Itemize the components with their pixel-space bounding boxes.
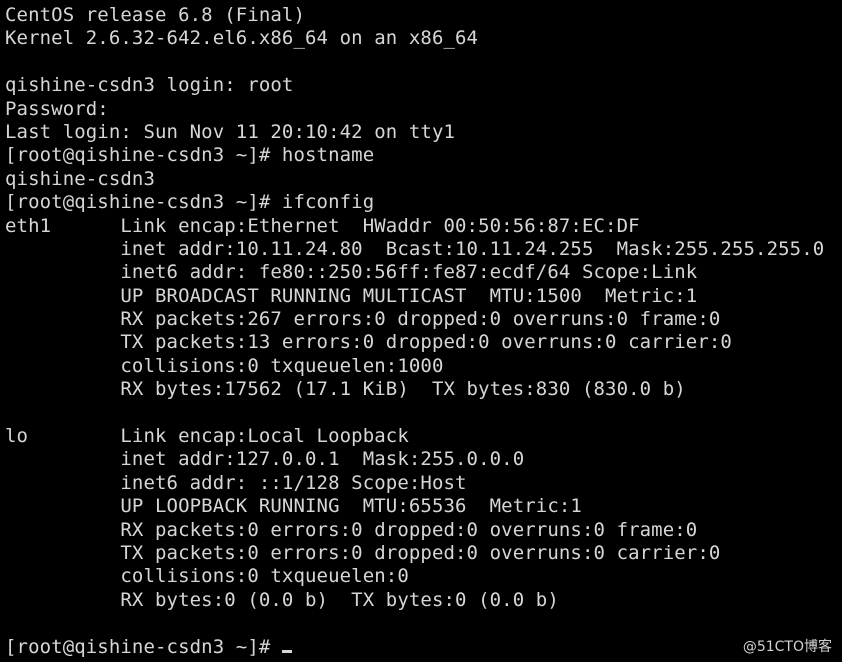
terminal-line: Kernel 2.6.32-642.el6.x86_64 on an x86_6… xyxy=(5,27,479,50)
terminal-line: RX bytes:17562 (17.1 KiB) TX bytes:830 (… xyxy=(5,378,686,401)
terminal-line: inet6 addr: fe80::250:56ff:fe87:ecdf/64 … xyxy=(5,261,698,284)
watermark: @51CTO博客 xyxy=(742,639,832,655)
terminal-line: CentOS release 6.8 (Final) xyxy=(5,4,306,26)
terminal-line: RX packets:267 errors:0 dropped:0 overru… xyxy=(5,308,721,331)
terminal-line: UP BROADCAST RUNNING MULTICAST MTU:1500 … xyxy=(5,284,698,307)
terminal-line: [root@qishine-csdn3 ~]# hostname xyxy=(5,144,375,167)
terminal-line: qishine-csdn3 xyxy=(5,167,156,190)
terminal-line: collisions:0 txqueuelen:1000 xyxy=(5,354,444,377)
terminal-line: TX packets:0 errors:0 dropped:0 overruns… xyxy=(5,541,721,564)
terminal-line: Password: xyxy=(5,97,109,120)
terminal-line: UP LOOPBACK RUNNING MTU:65536 Metric:1 xyxy=(5,495,582,518)
terminal-line: inet addr:10.11.24.80 Bcast:10.11.24.255… xyxy=(5,237,825,260)
terminal-line: [root@qishine-csdn3 ~]# ifconfig xyxy=(5,191,375,214)
terminal-line: Last login: Sun Nov 11 20:10:42 on tty1 xyxy=(5,120,456,143)
terminal-line: TX packets:13 errors:0 dropped:0 overrun… xyxy=(5,331,732,354)
cursor-icon xyxy=(281,649,292,653)
terminal-line: lo Link encap:Local Loopback xyxy=(5,425,409,448)
terminal-line: inet addr:127.0.0.1 Mask:255.0.0.0 xyxy=(5,448,525,471)
terminal-line: qishine-csdn3 login: root xyxy=(5,74,294,97)
terminal-line: eth1 Link encap:Ethernet HWaddr 00:50:56… xyxy=(5,214,640,237)
shell-prompt-line[interactable]: [root@qishine-csdn3 ~]# xyxy=(5,636,824,659)
terminal-line: RX packets:0 errors:0 dropped:0 overruns… xyxy=(5,518,698,541)
terminal-line: inet6 addr: ::1/128 Scope:Host xyxy=(5,471,467,494)
terminal-output[interactable]: CentOS release 6.8 (Final) Kernel 2.6.32-… xyxy=(5,4,824,659)
terminal-console[interactable]: CentOS release 6.8 (Final) Kernel 2.6.32-… xyxy=(0,0,842,662)
terminal-line: collisions:0 txqueuelen:0 xyxy=(5,565,409,588)
terminal-line: RX bytes:0 (0.0 b) TX bytes:0 (0.0 b) xyxy=(5,588,559,611)
